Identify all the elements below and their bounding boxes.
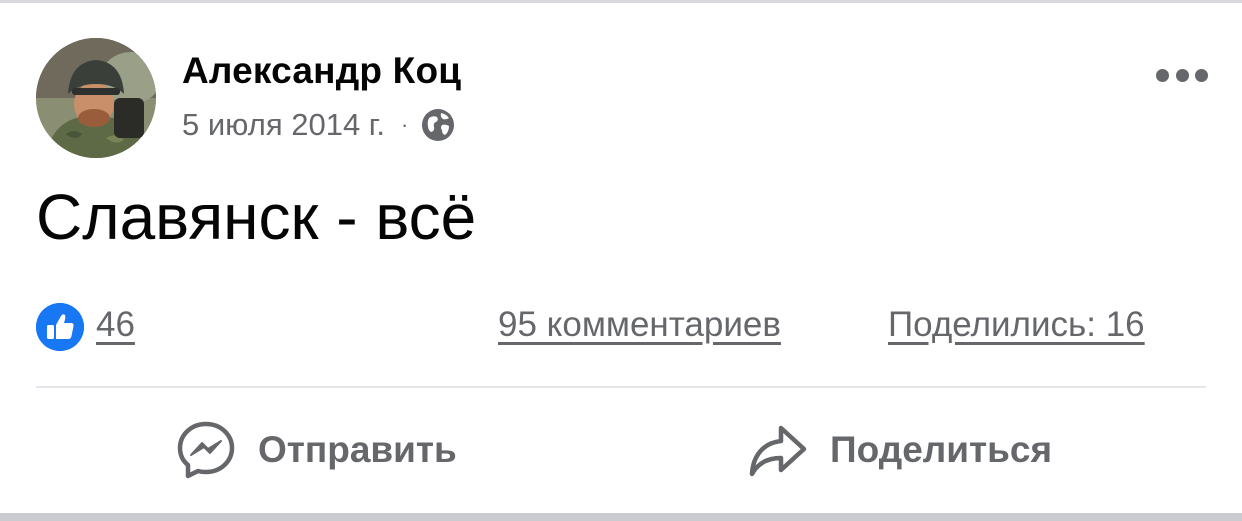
post-meta: 5 июля 2014 г. · (182, 107, 456, 143)
post-text: Славянск - всё (36, 181, 477, 253)
globe-icon (420, 107, 456, 143)
share-arrow-icon (749, 425, 807, 477)
bottom-border (0, 513, 1242, 521)
post-date[interactable]: 5 июля 2014 г. (182, 107, 385, 143)
top-border (0, 0, 1242, 3)
author-name[interactable]: Александр Коц (182, 50, 461, 92)
shares-count-link[interactable]: Поделились: 16 (888, 305, 1145, 345)
send-label: Отправить (258, 429, 457, 470)
avatar-photo (36, 38, 156, 158)
send-button[interactable]: Отправить (176, 420, 457, 480)
comments-count-link[interactable]: 95 комментариев (498, 305, 781, 345)
post-card: Александр Коц 5 июля 2014 г. · Славянск … (0, 0, 1242, 521)
like-icon[interactable] (36, 303, 84, 351)
divider (36, 386, 1206, 388)
meta-separator: · (400, 112, 409, 137)
avatar[interactable] (36, 38, 156, 158)
more-options-icon[interactable] (1152, 60, 1212, 90)
share-label: Поделиться (830, 429, 1053, 470)
like-count[interactable]: 46 (96, 305, 135, 345)
share-button[interactable]: Поделиться (748, 420, 1052, 480)
messenger-icon (177, 421, 235, 479)
